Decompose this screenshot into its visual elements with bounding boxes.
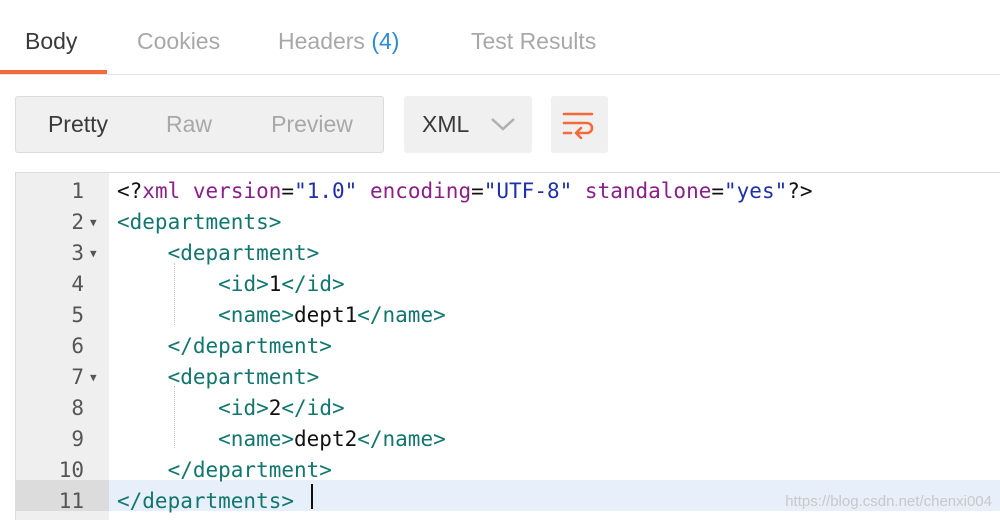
code-text: <name>dept2</name> — [117, 424, 446, 455]
line-number: 4 — [71, 272, 84, 296]
code-token: <department> — [167, 365, 320, 389]
tab-body[interactable]: Body — [25, 28, 77, 55]
headers-count-badge: (4) — [371, 28, 400, 54]
code-text: <id>1</id> — [117, 269, 345, 300]
code-line: 9 <name>dept2</name> — [16, 424, 1000, 455]
code-token: <id> — [218, 396, 269, 420]
line-number: 9 — [71, 427, 84, 451]
format-select-value: XML — [422, 111, 470, 137]
code-token: <name> — [218, 427, 295, 451]
view-mode-toggle: Pretty Raw Preview — [15, 96, 384, 153]
code-token: <department> — [167, 241, 320, 265]
line-number: 1 — [71, 179, 84, 203]
code-token: "1.0" — [294, 179, 358, 203]
code-token: xml — [142, 179, 181, 203]
code-line: 3 ▼ <department> — [16, 238, 1000, 269]
code-token: </id> — [281, 272, 345, 296]
wrap-lines-button[interactable] — [551, 96, 608, 153]
format-select[interactable]: XML — [404, 96, 532, 153]
code-line: 10 </department> — [16, 455, 1000, 486]
line-number: 10 — [58, 458, 84, 482]
watermark: https://blog.csdn.net/chenxi004 — [785, 493, 992, 510]
code-line: 6 </department> — [16, 331, 1000, 362]
line-number: 11 — [58, 489, 84, 513]
code-text: </department> — [117, 331, 332, 362]
code-token: version — [192, 179, 282, 203]
code-text: <department> — [117, 238, 320, 269]
code-text: <?xml version="1.0" encoding="UTF-8" sta… — [117, 176, 813, 207]
text-cursor — [311, 484, 313, 509]
code-token: 2 — [268, 396, 282, 420]
code-token: ?> — [787, 179, 813, 203]
line-number: 5 — [71, 303, 84, 327]
code-line: 7 ▼ <department> — [16, 362, 1000, 393]
line-number: 6 — [71, 334, 84, 358]
line-number: 8 — [71, 396, 84, 420]
code-token: <departments> — [117, 210, 282, 234]
preview-button[interactable]: Preview — [262, 97, 362, 152]
code-token: = — [471, 179, 484, 203]
line-number: 7 — [71, 365, 84, 389]
code-token: </name> — [357, 427, 446, 451]
code-token: "UTF-8" — [483, 179, 573, 203]
code-text: <id>2</id> — [117, 393, 345, 424]
fold-toggle-icon[interactable]: ▼ — [90, 207, 97, 238]
code-token: encoding — [369, 179, 472, 203]
code-line: 8 <id>2</id> — [16, 393, 1000, 424]
code-token: = — [281, 179, 295, 203]
code-token: </id> — [281, 396, 345, 420]
response-body-editor[interactable]: 1 <?xml version="1.0" encoding="UTF-8" st… — [15, 172, 1000, 520]
code-token: 1 — [268, 272, 282, 296]
code-token: dept1 — [294, 303, 358, 327]
code-token: </department> — [167, 458, 332, 482]
code-token: <id> — [218, 272, 269, 296]
active-tab-indicator — [0, 70, 107, 74]
line-number: 2 — [71, 210, 84, 234]
code-text: </departments> — [117, 486, 294, 517]
code-line: 2 ▼ <departments> — [16, 207, 1000, 238]
code-text: <name>dept1</name> — [117, 300, 446, 331]
code-line: 5 <name>dept1</name> — [16, 300, 1000, 331]
code-token: "yes" — [724, 179, 788, 203]
code-token: <name> — [218, 303, 295, 327]
raw-button[interactable]: Raw — [156, 97, 222, 152]
code-token: dept2 — [294, 427, 358, 451]
code-line: 1 <?xml version="1.0" encoding="UTF-8" st… — [16, 176, 1000, 207]
code-text: </department> — [117, 455, 332, 486]
code-text: <departments> — [117, 207, 281, 238]
tab-cookies[interactable]: Cookies — [137, 28, 220, 55]
code-token: </departments> — [117, 489, 295, 513]
chevron-down-icon — [491, 118, 515, 131]
code-token: <? — [117, 179, 143, 203]
code-token: </department> — [167, 334, 332, 358]
fold-toggle-icon[interactable]: ▼ — [90, 362, 97, 393]
code-text: <department> — [117, 362, 320, 393]
code-token: = — [711, 179, 725, 203]
wrap-lines-icon — [562, 112, 594, 139]
code-token: </name> — [357, 303, 446, 327]
tab-headers-label: Headers — [278, 28, 365, 54]
tab-test-results[interactable]: Test Results — [471, 28, 596, 55]
tab-headers[interactable]: Headers (4) — [278, 28, 399, 55]
code-line: 4 <id>1</id> — [16, 269, 1000, 300]
code-token: standalone — [584, 179, 712, 203]
fold-toggle-icon[interactable]: ▼ — [90, 238, 97, 269]
line-number: 3 — [71, 241, 84, 265]
response-tabs: Body Cookies Headers (4) Test Results — [0, 0, 1000, 75]
pretty-button[interactable]: Pretty — [34, 97, 122, 152]
